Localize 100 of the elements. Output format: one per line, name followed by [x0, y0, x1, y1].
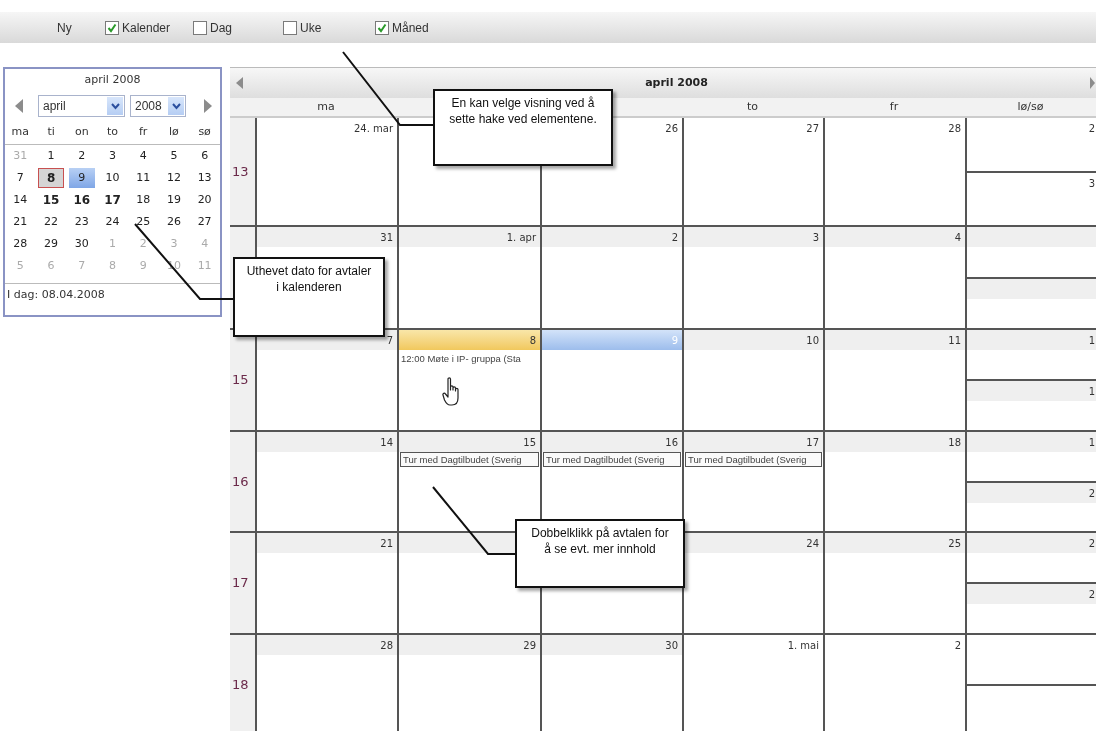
date-number: 30 — [665, 639, 678, 653]
checkbox[interactable] — [105, 20, 119, 35]
checkbox[interactable] — [193, 20, 207, 35]
calendar-day[interactable]: 11 — [130, 168, 157, 188]
calendar-day[interactable]: 17 — [99, 190, 126, 210]
previous-arrow-icon[interactable] — [15, 99, 23, 113]
hand-cursor-icon — [442, 377, 461, 407]
chevron-down-icon[interactable] — [171, 102, 181, 110]
event-bar[interactable]: Tur med Dagtilbudet (Sverig — [543, 452, 681, 467]
checkbox[interactable] — [375, 20, 389, 35]
event-bar[interactable]: Tur med Dagtilbudet (Sverig — [685, 452, 822, 467]
checkbox-label[interactable]: Dag — [210, 18, 232, 37]
week-number-cell: 16 — [230, 432, 255, 531]
month-title: april 2008 — [83, 71, 142, 88]
date-number: 24 — [806, 537, 819, 551]
event-bar[interactable]: Tur med Dagtilbudet (Sverig — [400, 452, 539, 467]
date-number: 28 — [948, 122, 961, 136]
week-number-cell: 13 — [230, 118, 255, 225]
calendar-day[interactable]: 10 — [99, 168, 126, 188]
weekday-label: ti — [46, 124, 56, 141]
calendar-day[interactable]: 6 — [191, 146, 218, 166]
calendar-day[interactable]: 1 — [38, 146, 65, 166]
calendar-day[interactable]: 22 — [38, 212, 65, 232]
week-number-cell: 15 — [230, 330, 255, 430]
month-title: april 2008 — [644, 74, 709, 91]
calendar-day[interactable]: 5 — [160, 146, 187, 166]
event-text[interactable]: 12:00 Møte i IP- gruppa (Sta — [399, 350, 540, 367]
year-select[interactable]: 2008 — [130, 95, 186, 117]
calendar-day[interactable]: 16 — [68, 190, 95, 210]
date-number: 2 — [1088, 486, 1095, 501]
next-arrow-icon[interactable] — [204, 99, 212, 113]
chevron-down-icon[interactable] — [110, 102, 120, 110]
callout: En kan velge visning ved å sette hake ved elementene. — [433, 89, 613, 166]
date-number: 11 — [948, 334, 961, 348]
previous-arrow-icon[interactable] — [236, 77, 243, 89]
week-number-cell: 17 — [230, 533, 255, 633]
next-arrow-icon[interactable] — [1090, 77, 1095, 89]
date-number: 2 — [671, 231, 678, 245]
date-number: 24. mar — [353, 122, 393, 136]
date-number: 3 — [812, 231, 819, 245]
date-number: 29 — [523, 639, 536, 653]
weekday-label: fr — [138, 124, 149, 141]
month-select[interactable]: april — [38, 95, 125, 117]
date-number: 14 — [380, 436, 393, 450]
new-link[interactable]: Ny — [57, 18, 105, 37]
date-number: 25 — [948, 537, 961, 551]
date-number: 1 — [1088, 385, 1095, 399]
calendar-day[interactable]: 24 — [99, 212, 126, 232]
date-number: 18 — [948, 436, 961, 450]
date-number: 16 — [665, 436, 678, 450]
date-number: 31 — [380, 231, 393, 245]
callout: Dobbelklikk på avtalen for å se evt. mer innhold — [515, 519, 685, 588]
calendar-day[interactable]: 21 — [7, 212, 34, 232]
calendar-day[interactable]: 20 — [191, 190, 218, 210]
date-number: 1 — [1088, 334, 1095, 348]
calendar-day[interactable]: 4 — [130, 146, 157, 166]
date-number: 7 — [386, 334, 393, 348]
date-number: 28 — [380, 639, 393, 653]
calendar-day[interactable]: 12 — [160, 168, 187, 188]
date-number: 26 — [665, 122, 678, 136]
calendar-day[interactable]: 29 — [38, 234, 65, 254]
date-number: 21 — [380, 537, 393, 551]
calendar-day[interactable]: 23 — [68, 212, 95, 232]
date-number: 17 — [806, 436, 819, 450]
date-number: 27 — [806, 122, 819, 136]
calendar-day[interactable]: 7 — [7, 168, 34, 188]
date-number: 2 — [1088, 122, 1095, 136]
date-number: 1. mai — [787, 639, 819, 653]
weekday-label: ma — [10, 124, 31, 141]
weekday-label: fr — [889, 99, 899, 113]
calendar-day[interactable]: 15 — [38, 190, 65, 210]
calendar-day[interactable]: 14 — [7, 190, 34, 210]
weekday-label: lø — [168, 124, 180, 141]
calendar-day[interactable]: 9 — [68, 168, 95, 188]
calendar-day[interactable]: 19 — [160, 190, 187, 210]
checkbox-label[interactable]: Måned — [392, 18, 429, 37]
calendar-day[interactable]: 18 — [130, 190, 157, 210]
callout: Uthevet dato for avtaler i kalenderen — [233, 257, 385, 337]
weekday-label: ma — [317, 99, 335, 113]
weekday-label: lø/sø — [1017, 99, 1044, 113]
calendar-day[interactable]: 28 — [7, 234, 34, 254]
date-number: 2 — [954, 639, 961, 653]
calendar-day[interactable]: 3 — [99, 146, 126, 166]
calendar-day[interactable]: 13 — [191, 168, 218, 188]
checkbox-label[interactable]: Kalender — [122, 18, 171, 37]
weekday-label: sø — [197, 124, 212, 141]
date-number: 3 — [1088, 176, 1095, 191]
calendar-day[interactable]: 26 — [160, 212, 187, 232]
calendar-day[interactable]: 27 — [191, 212, 218, 232]
date-number: 2 — [1088, 537, 1095, 551]
date-number: 9 — [671, 334, 678, 348]
calendar-day[interactable]: 2 — [68, 146, 95, 166]
calendar-day[interactable]: 8 — [38, 168, 65, 188]
calendar-day[interactable]: 30 — [68, 234, 95, 254]
calendar-day[interactable]: 25 — [130, 212, 157, 232]
week-number-cell: 18 — [230, 635, 255, 731]
checkbox[interactable] — [283, 20, 297, 35]
checkbox-label[interactable]: Uke — [300, 18, 322, 37]
date-number: 8 — [529, 334, 536, 348]
today-label: I dag: 08.04.2008 — [7, 287, 105, 304]
